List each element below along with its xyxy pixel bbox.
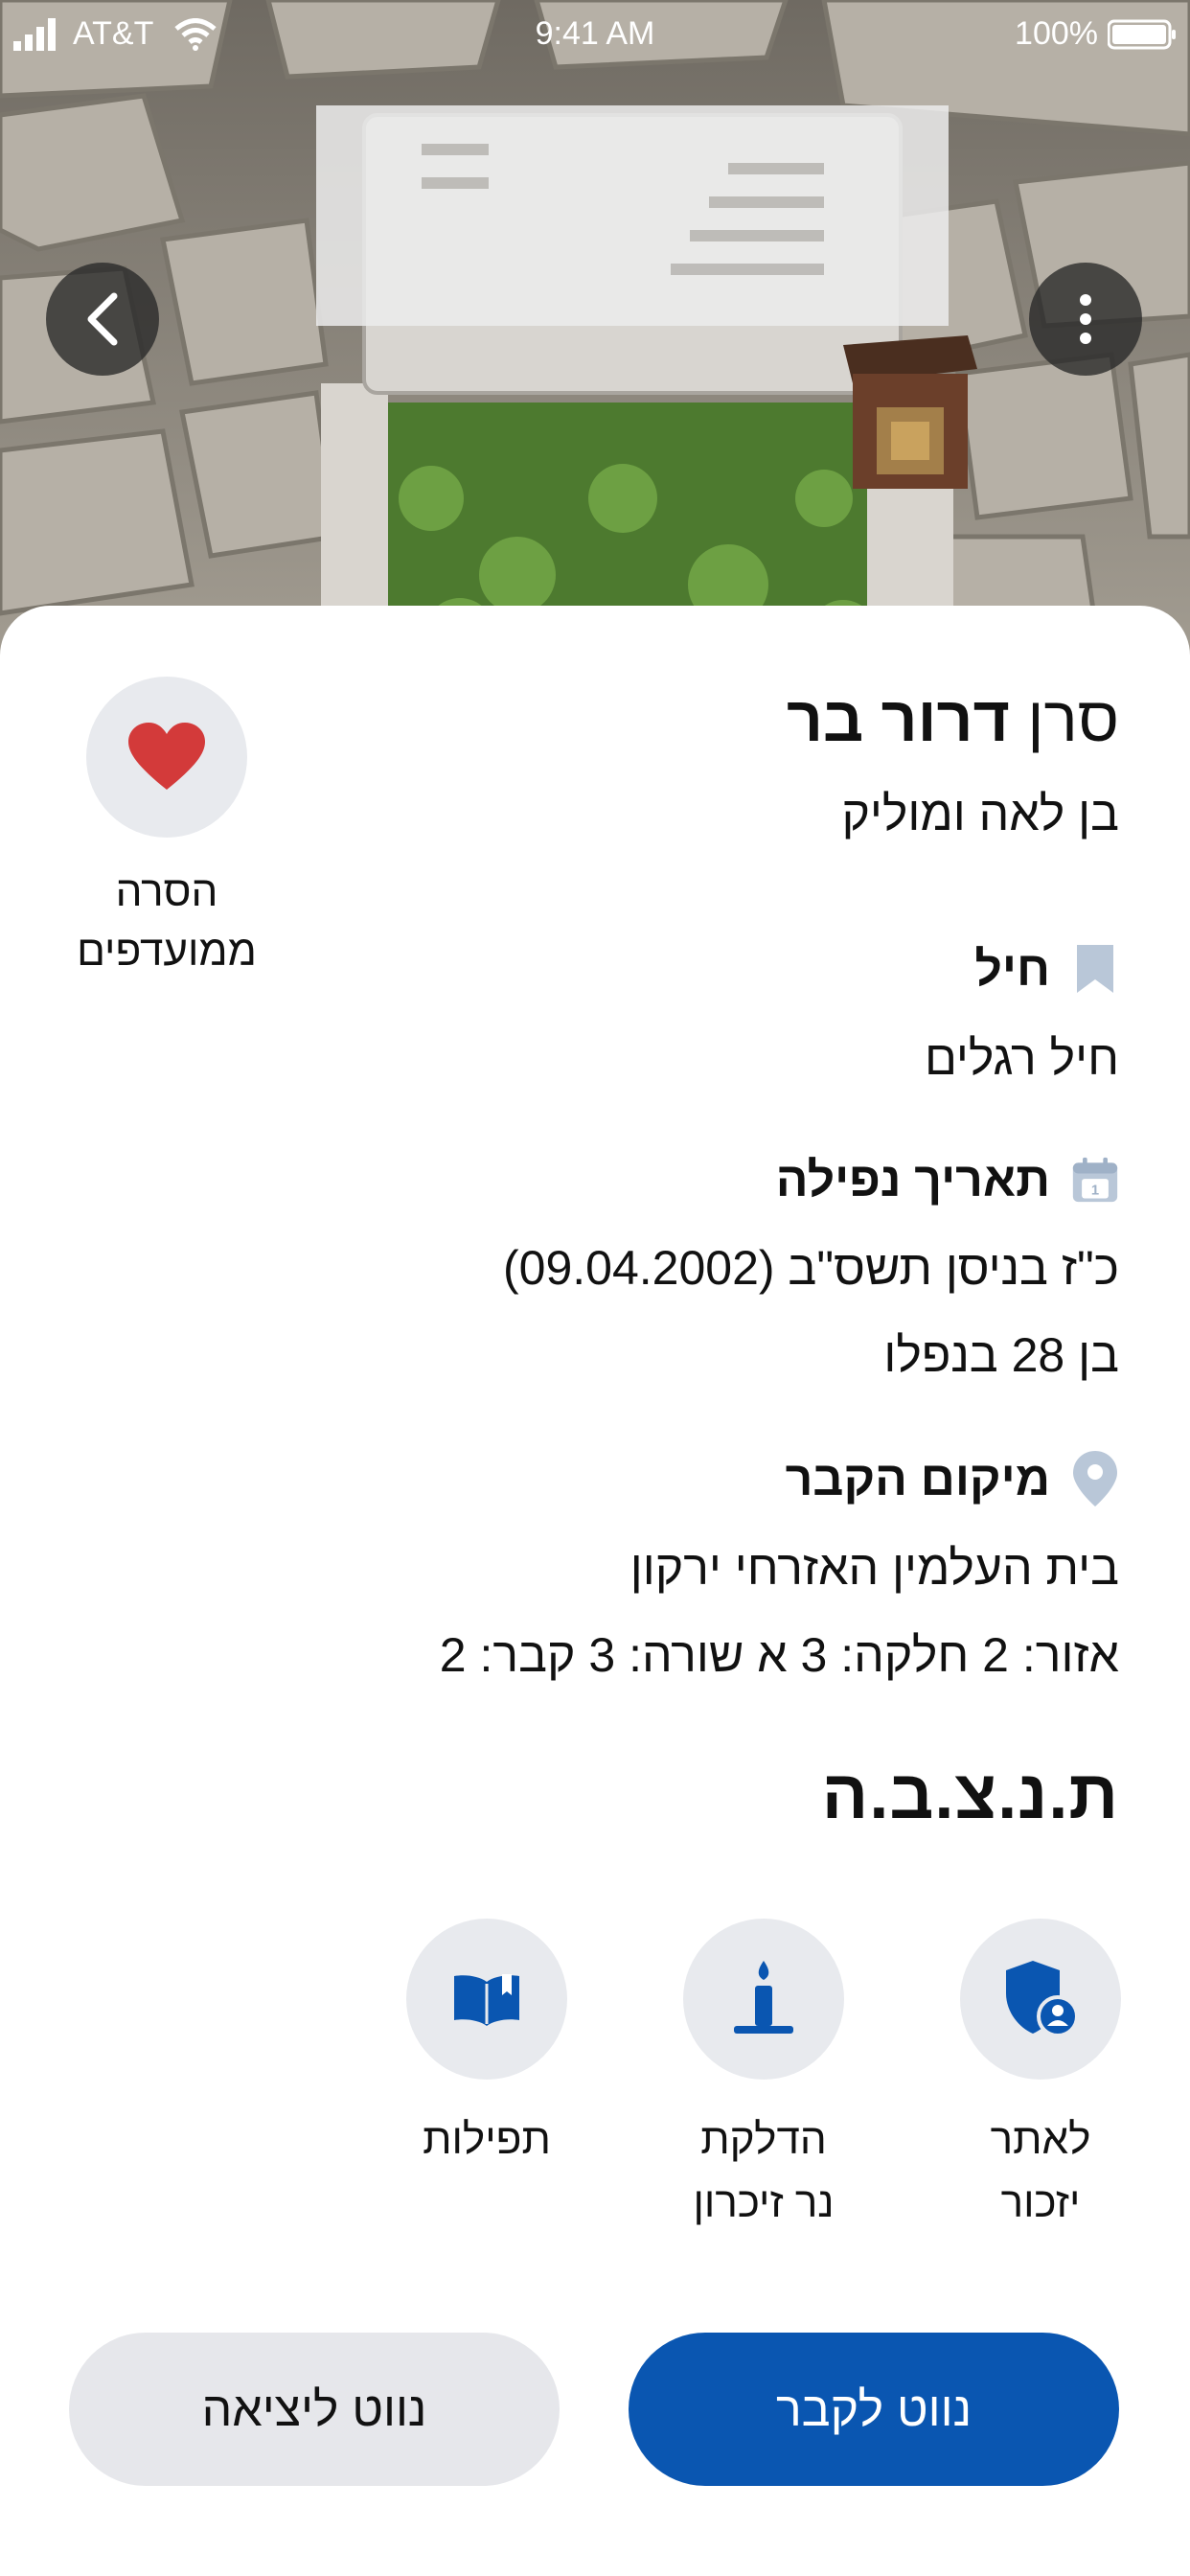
remove-favorite-button[interactable]	[86, 677, 247, 838]
corps-value: חיל רגלים	[924, 1031, 1119, 1085]
candle-line2: נר זיכרון	[693, 2179, 835, 2226]
status-bar: AT&T 9:41 AM 100%	[0, 0, 1190, 73]
candle-line1: הדלקת	[700, 2116, 827, 2163]
open-book-icon	[454, 1974, 519, 2026]
rank: סרן	[1027, 683, 1119, 754]
back-button[interactable]	[46, 263, 159, 376]
prayers-action[interactable]: תפילות	[348, 1919, 626, 2172]
candle-icon	[734, 1961, 793, 2034]
chevron-left-icon	[87, 292, 118, 346]
more-options-button[interactable]	[1029, 263, 1142, 376]
grave-photo	[0, 0, 1190, 671]
prayers-label: תפילות	[423, 2116, 551, 2163]
calendar-icon: 1	[1071, 1153, 1119, 1207]
yizkor-site-action[interactable]: לאתר יזכור	[902, 1919, 1179, 2235]
heart-icon	[128, 723, 205, 790]
corps-heading: חיל	[974, 941, 1119, 997]
location-pin-icon	[1071, 1451, 1119, 1506]
navigate-to-exit-button[interactable]: נווט ליציאה	[69, 2333, 560, 2486]
clock: 9:41 AM	[535, 15, 655, 52]
page-title: סרן דרור בר	[787, 680, 1119, 757]
navigate-to-grave-button[interactable]: נווט לקבר	[629, 2333, 1119, 2486]
age-at-death: בן 28 בנפלו	[883, 1328, 1119, 1382]
cemetery-name: בית העלמין האזרחי ירקון	[629, 1541, 1119, 1595]
shield-person-icon	[1006, 1961, 1079, 2037]
bookmark-icon	[1071, 942, 1119, 996]
battery-percent: 100%	[1015, 15, 1098, 52]
details-sheet: סרן דרור בר בן לאה ומוליק הסרה ממועדפים …	[0, 606, 1190, 2576]
yizkor-line2: יזכור	[1000, 2179, 1081, 2226]
hebrew-date: כ"ז בניסן תשס"ב (09.04.2002)	[502, 1241, 1119, 1295]
battery-icon	[1108, 19, 1176, 49]
remove-favorite-label: הסרה ממועדפים	[77, 868, 257, 975]
plot-details: אזור: 2 חלקה: 3 א שורה: 3 קבר: 2	[439, 1628, 1119, 1682]
light-candle-action[interactable]: הדלקת נר זיכרון	[625, 1919, 903, 2235]
svg-text:1: 1	[1091, 1184, 1099, 1199]
grave-location-heading: מיקום הקבר	[786, 1451, 1119, 1506]
fall-date-heading: 1 תאריך נפילה	[776, 1152, 1119, 1208]
more-vertical-icon	[1080, 294, 1091, 344]
parents-text: בן לאה ומוליק	[841, 787, 1119, 840]
fallen-name: דרור בר	[786, 683, 1010, 754]
yizkor-line1: לאתר	[990, 2116, 1091, 2163]
memorial-initials: ת.נ.צ.ב.ה	[821, 1757, 1119, 1833]
